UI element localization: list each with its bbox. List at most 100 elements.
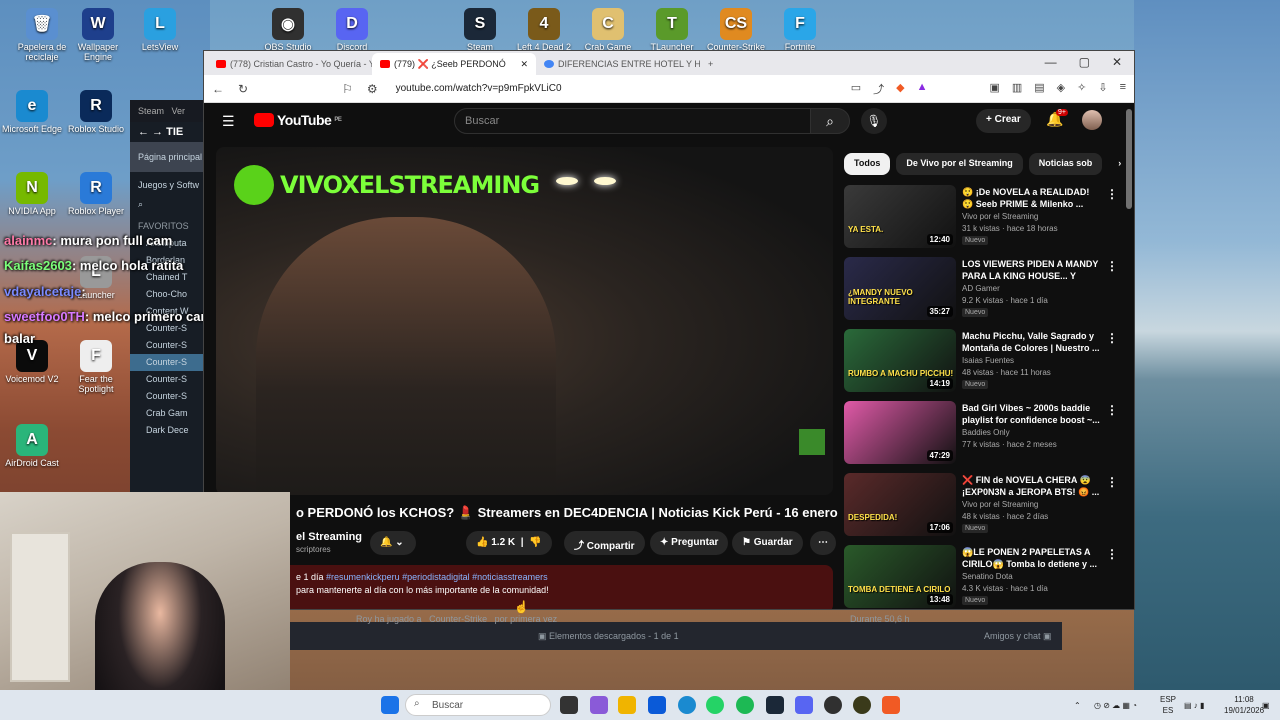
store-icon[interactable] [648, 696, 666, 714]
brave-shield-icon[interactable]: ◆ [896, 81, 904, 97]
create-button[interactable]: + Crear [976, 109, 1031, 133]
recommended-video-title[interactable]: LOS VIEWERS PIDEN A MANDY PARA LA KING H… [962, 258, 1100, 282]
save-button[interactable]: ⚑ Guardar [732, 531, 803, 555]
desktop-icon[interactable]: ◉ OBS Studio [256, 8, 320, 52]
reload-icon[interactable]: ↻ [238, 82, 248, 96]
more-options-icon[interactable]: ⋮ [1106, 187, 1118, 201]
steam-game-item[interactable]: Choo-Cho [130, 286, 210, 303]
recommended-channel[interactable]: Senatino Dota [962, 572, 1013, 581]
video-thumbnail[interactable]: YA ESTA. 12:40 [844, 185, 956, 248]
more-options-icon[interactable]: ⋮ [1106, 475, 1118, 489]
new-tab-button[interactable]: + [700, 53, 724, 75]
recommended-channel[interactable]: AD Gamer [962, 284, 1000, 293]
video-thumbnail[interactable]: ¿MANDY NUEVO INTEGRANTE 35:27 [844, 257, 956, 320]
search-button[interactable]: ⌕ [810, 108, 850, 134]
notification-center-icon[interactable]: ▣ [1262, 700, 1270, 711]
site-info-icon[interactable]: ⚙ [367, 82, 378, 96]
whatsapp-icon[interactable] [706, 696, 724, 714]
url-field[interactable]: youtube.com/watch?v=p9mFpkVLiC0 [396, 83, 562, 94]
avatar[interactable] [1082, 110, 1102, 130]
share-button[interactable]: ⤴ Compartir [564, 531, 645, 555]
steam-games-filter[interactable]: Juegos y Softw [130, 172, 210, 196]
desktop-icon[interactable]: 4 Left 4 Dead 2 [512, 8, 576, 52]
search-icon[interactable]: ⌕ [130, 196, 210, 218]
more-options-icon[interactable]: ⋮ [1106, 403, 1118, 417]
steam-menu-steam[interactable]: Steam [138, 106, 164, 116]
video-player[interactable]: VIVOXELSTREAMING [216, 147, 833, 495]
recommended-video-title[interactable]: Bad Girl Vibes ~ 2000s baddie playlist f… [962, 402, 1100, 426]
language-indicator[interactable]: ESP ES [1160, 694, 1176, 716]
recommended-channel[interactable]: Baddies Only [962, 428, 1010, 437]
desktop-icon[interactable]: T TLauncher [640, 8, 704, 52]
spotify-icon[interactable] [736, 696, 754, 714]
vpn-icon[interactable]: ◈ [1057, 81, 1065, 97]
download-icon[interactable]: ⇩ [1098, 81, 1107, 97]
description-hashtags[interactable]: #resumenkickperu #periodistadigital #not… [326, 572, 548, 582]
desktop-icon[interactable]: e Microsoft Edge [0, 90, 64, 134]
recommended-channel[interactable]: Vivo por el Streaming [962, 500, 1038, 509]
steam-store-heading[interactable]: ← → TIE [130, 122, 210, 142]
steam-icon[interactable] [766, 696, 784, 714]
desktop-icon[interactable]: R Roblox Studio [64, 90, 128, 134]
chip-channel[interactable]: De Vivo por el Streaming [896, 153, 1023, 175]
recommended-video[interactable]: YA ESTA. 12:40 😲 ¡De NOVELA a REALIDAD! 😲 … [844, 185, 1120, 251]
taskbar-search[interactable]: ⌕ Buscar [405, 694, 551, 716]
steam-menu-view[interactable]: Ver [172, 106, 186, 116]
copilot-icon[interactable] [590, 696, 608, 714]
wallet-icon[interactable]: ▣ [989, 81, 999, 97]
video-thumbnail[interactable]: DESPEDIDA! 17:06 [844, 473, 956, 536]
discord-icon[interactable] [795, 696, 813, 714]
desktop-icon[interactable]: F Fortnite [768, 8, 832, 52]
brave-rewards-icon[interactable]: ▲ [917, 81, 928, 97]
tray-chevron-icon[interactable]: ⌃ [1074, 700, 1081, 711]
video-thumbnail[interactable]: RUMBO A MACHU PICCHU! 14:19 [844, 329, 956, 392]
steam-home-link[interactable]: Página principal [130, 142, 210, 172]
more-options-icon[interactable]: ⋮ [1106, 331, 1118, 345]
ask-button[interactable]: ✦ Preguntar [650, 531, 729, 555]
edge-icon[interactable] [678, 696, 696, 714]
chip-all[interactable]: Todos [844, 153, 891, 175]
channel-name[interactable]: el Streaming [296, 531, 362, 543]
video-thumbnail[interactable]: TOMBA DETIENE A CIRILO 13:48 [844, 545, 956, 608]
tab-current-video[interactable]: (779) ❌ ¿Seeb PERDONÓ ✕ [372, 53, 536, 75]
search-input[interactable]: Buscar [454, 108, 812, 134]
more-options-icon[interactable]: ⋮ [1106, 259, 1118, 273]
tab-diferencias[interactable]: DIFERENCIAS ENTRE HOTEL Y HOSTA [536, 53, 700, 75]
desktop-icon[interactable]: L LetsView [128, 8, 192, 52]
youtube-logo[interactable]: YouTube PE [254, 112, 342, 128]
recommended-video[interactable]: DESPEDIDA! 17:06 ❌ FIN de NOVELA CHERA 😨 ¡… [844, 473, 1120, 539]
desktop-icon[interactable]: D Discord [320, 8, 384, 52]
more-options-icon[interactable]: ⋮ [1106, 547, 1118, 561]
clock[interactable]: 11:08 19/01/2026 [1224, 694, 1264, 716]
recommended-video[interactable]: 47:29 Bad Girl Vibes ~ 2000s baddie playl… [844, 401, 1120, 467]
steam-game-item[interactable]: Counter-S [130, 388, 210, 405]
recommended-video-title[interactable]: Machu Picchu, Valle Sagrado y Montaña de… [962, 330, 1100, 354]
steam-game-item[interactable]: Dark Dece [130, 422, 210, 439]
bookmark-icon[interactable]: ⚐ [342, 82, 353, 96]
desktop-icon[interactable]: A AirDroid Cast [0, 424, 64, 468]
hamburger-menu-icon[interactable]: ☰ [222, 113, 235, 130]
steam-game-item[interactable]: Crab Gam [130, 405, 210, 422]
recommended-video[interactable]: RUMBO A MACHU PICCHU! 14:19 Machu Picchu, … [844, 329, 1120, 395]
back-icon[interactable]: ← [212, 82, 224, 96]
chip-news[interactable]: Noticias sob [1028, 153, 1103, 175]
share-icon[interactable]: ⤴ [873, 81, 884, 97]
reading-list-icon[interactable]: ▤ [1034, 81, 1044, 97]
tab-cristian-castro[interactable]: (778) Cristian Castro - Yo Quería - Yo [208, 53, 372, 75]
steam-game-item[interactable]: Counter-S [130, 354, 210, 371]
like-button[interactable]: 👍 1.2 K | 👎 [466, 531, 552, 555]
recommended-video-title[interactable]: 😲 ¡De NOVELA a REALIDAD! 😲 Seeb PRIME & … [962, 186, 1100, 210]
recommended-video-title[interactable]: ❌ FIN de NOVELA CHERA 😨 ¡EXP0N3N a JEROP… [962, 474, 1100, 498]
recommended-channel[interactable]: Vivo por el Streaming [962, 212, 1038, 221]
steam-window[interactable]: Steam Ver ← → TIE Página principal Juego… [130, 100, 210, 495]
subscription-bell-button[interactable]: 🔔 ⌄ [370, 531, 416, 555]
desktop-icon[interactable]: F Fear the Spotlight [64, 340, 128, 394]
browser-window[interactable]: (778) Cristian Castro - Yo Quería - Yo (… [203, 50, 1135, 610]
menu-icon[interactable]: ≡ [1120, 81, 1126, 97]
desktop-icon[interactable]: 🗑 Papelera de reciclaje [10, 8, 74, 62]
desktop-icon[interactable]: V Voicemod V2 [0, 340, 64, 384]
app-icon[interactable] [853, 696, 871, 714]
steam-game-item[interactable]: Counter-S [130, 337, 210, 354]
desktop-icon[interactable]: N NVIDIA App [0, 172, 64, 216]
desktop-icon[interactable]: W Wallpaper Engine [66, 8, 130, 62]
